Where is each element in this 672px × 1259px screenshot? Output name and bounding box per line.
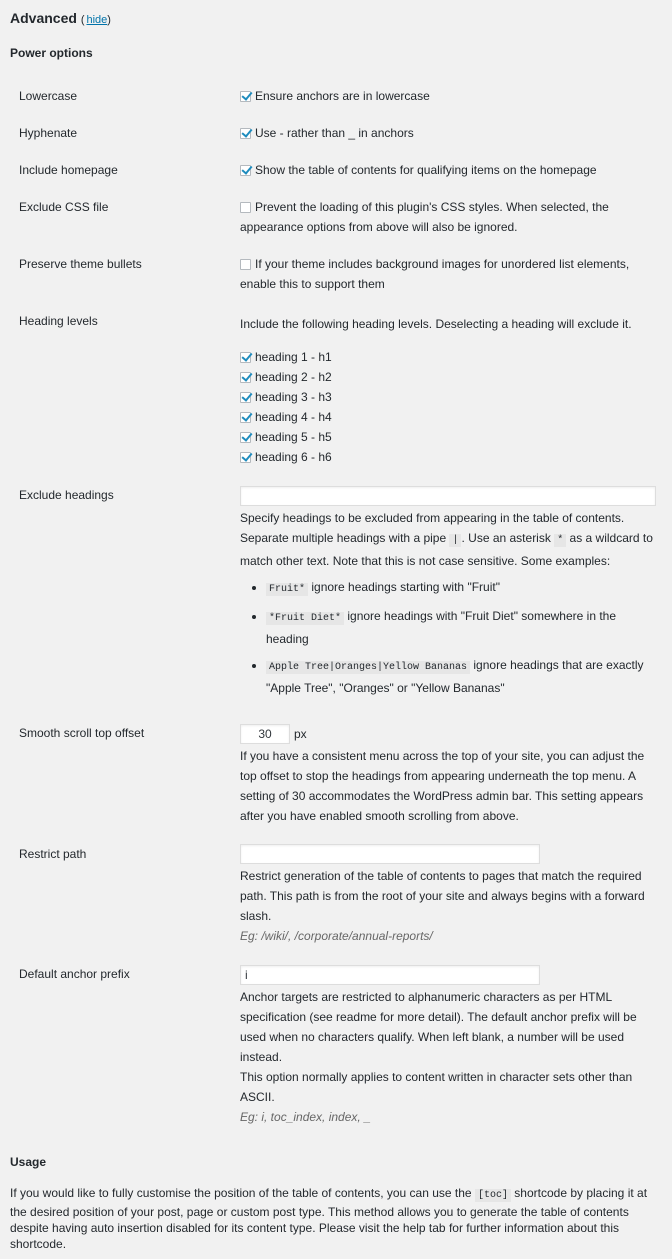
anchor-prefix-example: Eg: i, toc_index, index, _ — [240, 1110, 371, 1124]
smooth-scroll-label: Smooth scroll top offset — [19, 726, 145, 740]
heading-level-checkbox[interactable] — [240, 412, 251, 423]
hyphenate-label: Hyphenate — [19, 126, 78, 140]
anchor-prefix-desc: Anchor targets are restricted to alphanu… — [240, 987, 660, 1127]
heading-level-item: heading 1 - h1 — [240, 347, 660, 367]
restrict-path-label: Restrict path — [19, 847, 87, 861]
heading-level-checkbox[interactable] — [240, 452, 251, 463]
restrict-path-input[interactable] — [240, 844, 540, 864]
examples-list: Fruit* ignore headings starting with "Fr… — [240, 577, 660, 698]
preserve-bullets-text: If your theme includes background images… — [240, 257, 630, 291]
heading-levels-list: heading 1 - h1 heading 2 - h2 heading 3 … — [240, 347, 660, 467]
heading-level-text: heading 4 - h4 — [255, 410, 332, 424]
heading-level-text: heading 6 - h6 — [255, 450, 332, 464]
smooth-scroll-unit: px — [294, 727, 307, 741]
example-item: Fruit* ignore headings starting with "Fr… — [266, 577, 660, 600]
section-title: Advanced (hide) — [10, 10, 111, 26]
exclude-css-label: Exclude CSS file — [19, 200, 109, 214]
heading-level-checkbox[interactable] — [240, 372, 251, 383]
heading-level-item: heading 3 - h3 — [240, 387, 660, 407]
include-homepage-field: Show the table of contents for qualifyin… — [240, 160, 660, 180]
restrict-path-example: Eg: /wiki/, /corporate/annual-reports/ — [240, 929, 433, 943]
heading-level-item: heading 4 - h4 — [240, 407, 660, 427]
preserve-bullets-checkbox[interactable] — [240, 259, 251, 270]
hyphenate-text: Use - rather than _ in anchors — [255, 126, 414, 140]
hyphenate-field: Use - rather than _ in anchors — [240, 123, 660, 143]
heading-levels-intro: Include the following heading levels. De… — [240, 317, 632, 331]
exclude-css-field: Prevent the loading of this plugin's CSS… — [240, 197, 660, 237]
preserve-bullets-field: If your theme includes background images… — [240, 254, 660, 294]
section-title-text: Advanced — [10, 10, 77, 26]
anchor-prefix-label: Default anchor prefix — [19, 967, 130, 981]
smooth-scroll-input[interactable] — [240, 724, 290, 744]
heading-level-text: heading 2 - h2 — [255, 370, 332, 384]
exclude-headings-desc: Specify headings to be excluded from app… — [240, 508, 660, 704]
usage-text: If you would like to fully customise the… — [10, 1186, 648, 1251]
smooth-scroll-desc: If you have a consistent menu across the… — [240, 749, 645, 823]
heading-level-text: heading 3 - h3 — [255, 390, 332, 404]
lowercase-checkbox[interactable] — [240, 91, 251, 102]
hide-link[interactable]: hide — [86, 14, 107, 26]
toc-shortcode: [toc] — [474, 1189, 511, 1202]
include-homepage-checkbox[interactable] — [240, 165, 251, 176]
hyphenate-checkbox[interactable] — [240, 128, 251, 139]
example-item: *Fruit Diet* ignore headings with "Fruit… — [266, 606, 660, 649]
power-options-heading: Power options — [10, 46, 93, 60]
heading-level-item: heading 6 - h6 — [240, 447, 660, 467]
heading-levels-label: Heading levels — [19, 314, 98, 328]
exclude-css-checkbox[interactable] — [240, 202, 251, 213]
anchor-prefix-input[interactable] — [240, 965, 540, 985]
exclude-headings-input[interactable] — [240, 486, 656, 506]
pipe-code: | — [449, 534, 462, 547]
preserve-bullets-label: Preserve theme bullets — [19, 257, 142, 271]
lowercase-text: Ensure anchors are in lowercase — [255, 89, 430, 103]
restrict-path-desc: Restrict generation of the table of cont… — [240, 866, 660, 946]
heading-level-checkbox[interactable] — [240, 392, 251, 403]
asterisk-code: * — [554, 534, 567, 547]
usage-heading: Usage — [10, 1155, 47, 1169]
exclude-css-text: Prevent the loading of this plugin's CSS… — [240, 200, 609, 234]
exclude-headings-label: Exclude headings — [19, 488, 114, 502]
heading-level-text: heading 5 - h5 — [255, 430, 332, 444]
lowercase-field: Ensure anchors are in lowercase — [240, 86, 660, 106]
heading-level-item: heading 2 - h2 — [240, 367, 660, 387]
heading-level-checkbox[interactable] — [240, 432, 251, 443]
example-item: Apple Tree|Oranges|Yellow Bananas ignore… — [266, 655, 660, 698]
heading-level-text: heading 1 - h1 — [255, 350, 332, 364]
include-homepage-label: Include homepage — [19, 163, 118, 177]
lowercase-label: Lowercase — [19, 89, 78, 103]
heading-level-item: heading 5 - h5 — [240, 427, 660, 447]
include-homepage-text: Show the table of contents for qualifyin… — [255, 163, 597, 177]
heading-level-checkbox[interactable] — [240, 352, 251, 363]
